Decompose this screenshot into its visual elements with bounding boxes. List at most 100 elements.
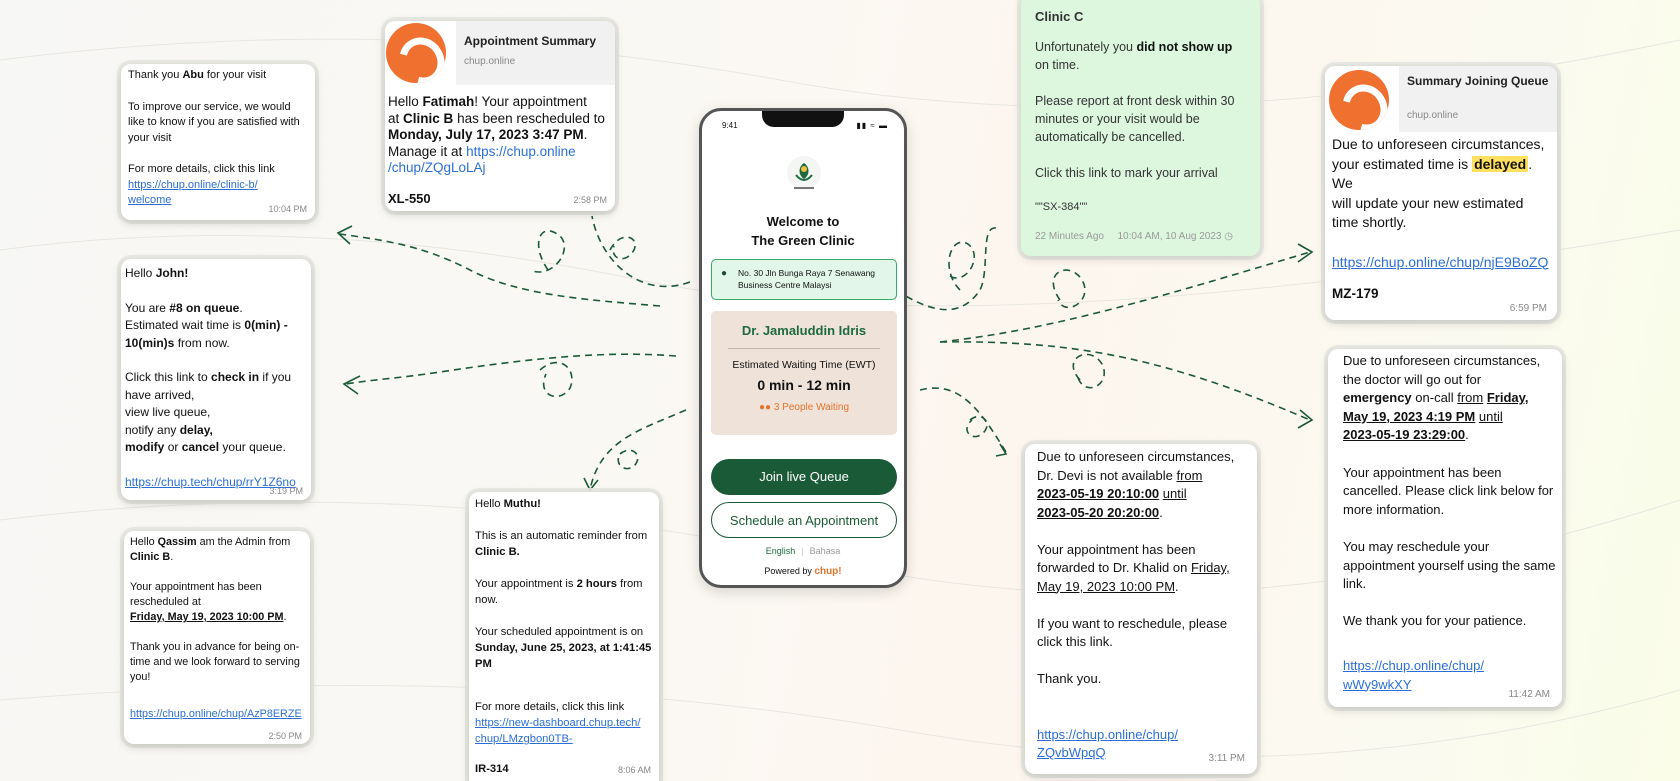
message-time: 3:11 PM	[1208, 752, 1246, 764]
chup-brand-logo: chup!	[814, 566, 842, 577]
forwarded-date: Friday,	[1190, 560, 1230, 575]
intro-text: Due to unforeseen circumstances, the doc…	[1343, 353, 1541, 387]
oncall-text: on-call	[1415, 390, 1454, 406]
until-text: until	[1162, 486, 1187, 501]
appointment-suffix: from	[620, 578, 643, 590]
message-card-joining-queue-delayed: Summary Joining Queue chup.online Due to…	[1325, 66, 1557, 320]
wait-prefix: Estimated wait time is	[125, 318, 242, 332]
join-queue-button[interactable]: Join live Queue	[711, 459, 897, 495]
queue-prefix: You are	[125, 300, 166, 315]
thanks-text: We thank you for your patience.	[1343, 613, 1527, 629]
manage-link-continued[interactable]: /chup/ZQgLoLAj	[388, 160, 486, 175]
clinic-name: Clinic B	[130, 551, 171, 563]
emergency-text: emergency	[1343, 390, 1412, 406]
powered-by-text: Powered by	[764, 566, 812, 576]
message-card-clinic-c-noshow: Clinic C Unfortunately you did not show …	[1021, 0, 1260, 256]
hello-text: Hello	[475, 498, 501, 510]
hello-text: Hello	[125, 266, 153, 280]
reschedule-link-continued[interactable]: ZQvbWpqQ	[1037, 745, 1106, 760]
ontime-text: on time.	[1035, 58, 1080, 72]
dashboard-link-continued[interactable]: chup/LMzgbon0TB-	[475, 733, 573, 745]
reschedule-link[interactable]: https://chup.online/chup/	[1037, 727, 1178, 742]
clinic-name: The Green Clinic	[751, 233, 855, 248]
clinic-address: No. 30 Jln Bunga Raya 7 Senawang Busines…	[738, 268, 876, 290]
intro-text: Due to unforeseen circumstances,	[1037, 449, 1235, 464]
estimated-text: your estimated time is	[1332, 155, 1469, 172]
people-waiting: ●● 3 People Waiting	[711, 402, 897, 413]
link-preview[interactable]: Appointment Summary chup.online	[385, 21, 615, 85]
doctor-card: Dr. Jamaluddin Idris Estimated Waiting T…	[711, 311, 897, 435]
timestamp: 10:04 AM, 10 Aug 2023	[1117, 231, 1222, 242]
people-waiting-count: 3 People Waiting	[773, 402, 850, 413]
hours-text: 2 hours	[576, 578, 618, 590]
reschedule-link[interactable]: https://chup.online/chup/	[1343, 658, 1484, 673]
clock-icon: ◷	[1224, 231, 1233, 242]
preview-title: Appointment Summary	[464, 34, 597, 48]
patient-name: John!	[155, 266, 189, 280]
reschedule-text: You may reschedule your appointment your…	[1343, 538, 1556, 592]
queue-number: #8	[169, 300, 183, 315]
wait-range-start: 0(min) -	[244, 318, 288, 332]
powered-by: Powered by chup!	[702, 566, 904, 577]
details-text: For more details, click this link	[475, 701, 625, 713]
auto-reminder-text: This is an automatic reminder from	[475, 530, 648, 542]
message-card-appointment-summary: Appointment Summary chup.online Hello Fa…	[385, 21, 615, 211]
message-card-abu-feedback: Thank you Abu for your visit To improve …	[121, 64, 315, 220]
message-card-john-queue: Hello John! You are #8 on queue. Estimat…	[121, 259, 311, 500]
lang-divider: |	[801, 546, 804, 556]
link-preview-box: Summary Joining Queue chup.online	[1399, 66, 1557, 132]
greeting-text: Thank you	[128, 69, 180, 81]
preview-title: Summary Joining Queue	[1407, 74, 1549, 88]
preview-domain: chup.online	[1407, 109, 1459, 121]
greeting-suffix: for your visit	[206, 69, 267, 81]
phone-notch	[762, 111, 844, 127]
people-icon: ●●	[758, 402, 772, 413]
wait-suffix: from now.	[177, 335, 230, 350]
appointment-date: Friday, May 19, 2023 10:00 PM	[130, 611, 284, 623]
feedback-link-continued[interactable]: welcome	[128, 194, 171, 206]
link-preview[interactable]: Summary Joining Queue chup.online	[1325, 66, 1557, 132]
queue-suffix: on queue	[185, 300, 240, 315]
chup-logo-icon	[1329, 70, 1389, 130]
notify-text: notify any	[125, 422, 177, 437]
thanks-text: Thank you.	[1037, 671, 1102, 686]
message-time: 11:42 AM	[1508, 689, 1550, 701]
from-text: from	[1176, 467, 1203, 483]
view-queue-text: view live queue,	[125, 405, 211, 419]
queue-end-text: your queue.	[222, 440, 286, 454]
appointment-date: Monday, July 17, 2023 3:47 PM	[388, 127, 584, 142]
language-switcher: English | Bahasa	[702, 546, 904, 556]
click-prefix: Click this link to	[125, 370, 208, 384]
lang-bahasa[interactable]: Bahasa	[810, 546, 841, 556]
message-body: To improve our service, we would like to…	[128, 100, 300, 144]
or-text: or	[167, 440, 179, 454]
ewt-range: 0 min - 12 min	[757, 377, 851, 393]
appointment-link[interactable]: https://chup.online/chup/AzP8ERZE	[130, 708, 302, 720]
appointment-text: ! Your appointment	[474, 94, 587, 109]
until-date: 2023-05-20 20:20:00	[1037, 504, 1160, 520]
dashboard-link[interactable]: https://new-dashboard.chup.tech/	[475, 717, 640, 729]
intro-text: Due to unforeseen circumstances,	[1332, 136, 1545, 152]
message-time: 8:06 AM	[617, 765, 651, 775]
message-time: 10:04 PM	[268, 203, 307, 214]
appointment-prefix: Your appointment is	[475, 578, 574, 590]
scheduled-text: Your scheduled appointment is on	[475, 626, 644, 638]
schedule-appointment-button[interactable]: Schedule an Appointment	[711, 502, 897, 538]
admin-name: Qassim	[157, 536, 197, 548]
feedback-link[interactable]: https://chup.online/clinic-b/	[128, 179, 258, 191]
reschedule-text: If you want to reschedule, please click …	[1037, 615, 1228, 650]
doctor-name: Dr. Jamaluddin Idris	[741, 323, 867, 338]
manage-link[interactable]: https://chup.online	[466, 144, 576, 159]
patient-name: Abu	[182, 69, 204, 81]
clinic-name: Clinic B	[403, 110, 454, 126]
reschedule-link-continued[interactable]: wWy9wkXY	[1343, 677, 1412, 692]
delay-text: delay,	[179, 422, 213, 437]
doctor-unavailable-text: Dr. Devi is not available	[1037, 467, 1173, 483]
message-time: 3:19 PM	[269, 485, 303, 496]
queue-link[interactable]: https://chup.online/chup/njE9BoZQ	[1332, 254, 1548, 270]
message-card-qassim-reschedule: Hello Qassim am the Admin from Clinic B.…	[124, 531, 310, 744]
message-time: 2:58 PM	[573, 194, 607, 205]
phone-mockup: 9:41 ▮▮ ≈ ▬ Welcome to The Green Clinic …	[699, 108, 907, 588]
lang-english[interactable]: English	[766, 546, 796, 556]
reschedule-text-continued: rescheduled at	[130, 596, 201, 608]
